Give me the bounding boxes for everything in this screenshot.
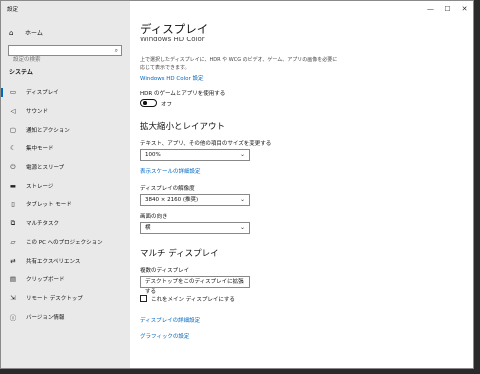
sidebar-item-display[interactable]: ▭ ディスプレイ — [1, 83, 130, 102]
sidebar-home[interactable]: ⌂ ホーム — [9, 28, 43, 38]
search-icon[interactable]: ⌕ — [115, 47, 118, 55]
sidebar-item-shared[interactable]: ⇄ 共有エクスペリエンス — [1, 251, 130, 270]
multi-display-heading: マルチ ディスプレイ — [140, 249, 219, 259]
sidebar-item-label: マルチタスク — [26, 221, 60, 228]
resolution-label: ディスプレイの解像度 — [140, 186, 195, 192]
page-title: ディスプレイ — [140, 22, 209, 36]
power-icon: ⏻ — [10, 162, 16, 171]
resolution-dropdown[interactable]: 3840 × 2160 (推奨) ⌄ — [140, 194, 250, 206]
scale-label: テキスト、アプリ、その他の項目のサイズを変更する — [140, 141, 272, 147]
tablet-icon: ▯ — [11, 200, 15, 209]
sidebar-item-tablet[interactable]: ▯ タブレット モード — [1, 195, 130, 214]
toggle-knob — [143, 101, 147, 105]
home-icon: ⌂ — [9, 28, 14, 37]
graphics-settings-link[interactable]: グラフィックの設定 — [140, 332, 189, 340]
resolution-value: 3840 × 2160 (推奨) — [145, 197, 199, 203]
advanced-display-link[interactable]: ディスプレイの詳細設定 — [140, 316, 200, 324]
sidebar-home-label: ホーム — [25, 30, 43, 37]
sidebar-item-label: 集中モード — [26, 146, 54, 153]
hd-color-description: 上で選択したディスプレイに、HDR や WCG のビデオ、ゲーム、アプリの画像を… — [140, 57, 338, 71]
orientation-value: 横 — [145, 225, 151, 231]
main-display-checkbox[interactable] — [140, 295, 147, 302]
chevron-down-icon: ⌄ — [239, 278, 245, 285]
orientation-label: 画面の向き — [140, 214, 168, 220]
hd-color-heading: Windows HD Color — [140, 37, 205, 43]
sidebar-nav: ▭ ディスプレイ ◁ サウンド ▢ 通知とアクション ☾ 集中モード ⏻ 電源と… — [1, 83, 130, 326]
moon-icon: ☾ — [10, 144, 16, 153]
sidebar-item-label: ディスプレイ — [26, 90, 59, 97]
maximize-button[interactable]: ☐ — [439, 1, 456, 17]
settings-window: 設定 ⌂ ホーム ⌕ システム ▭ ディスプレイ ◁ サウンド ▢ 通知とアクシ… — [0, 0, 474, 369]
sidebar-item-label: バージョン情報 — [26, 314, 65, 321]
chevron-down-icon: ⌄ — [239, 196, 245, 203]
sidebar-item-label: サウンド — [26, 109, 49, 116]
minimize-button[interactable]: — — [422, 1, 439, 17]
multi-display-label: 複数のディスプレイ — [140, 268, 190, 274]
sidebar-item-storage[interactable]: ▬ ストレージ — [1, 176, 130, 195]
remote-desktop-icon: ⇲ — [10, 293, 16, 302]
main-content: — ☐ ✕ ディスプレイ Windows HD Color 上で選択したディスプ… — [130, 1, 473, 368]
sidebar-item-power[interactable]: ⏻ 電源とスリープ — [1, 158, 130, 177]
window-controls: — ☐ ✕ — [422, 1, 473, 17]
sidebar-item-remote-desktop[interactable]: ⇲ リモート デスクトップ — [1, 289, 130, 308]
sidebar-item-clipboard[interactable]: ▤ クリップボード — [1, 270, 130, 289]
storage-icon: ▬ — [9, 181, 17, 190]
hdr-toggle-state: オフ — [161, 102, 173, 108]
window-title: 設定 — [7, 7, 19, 13]
advanced-scaling-link[interactable]: 表示スケールの詳細設定 — [140, 167, 201, 175]
sidebar-item-multitask[interactable]: ⧉ マルチタスク — [1, 214, 130, 233]
clipboard-icon: ▤ — [9, 275, 17, 284]
sidebar-item-label: リモート デスクトップ — [26, 295, 83, 302]
search-input[interactable] — [9, 55, 109, 65]
monitor-icon: ▭ — [9, 88, 17, 97]
orientation-dropdown[interactable]: 横 ⌄ — [140, 222, 250, 234]
scale-layout-heading: 拡大縮小とレイアウト — [140, 122, 226, 132]
sidebar-item-label: クリップボード — [26, 277, 65, 284]
sidebar-item-projection[interactable]: ▱ この PC へのプロジェクション — [1, 233, 130, 252]
chevron-down-icon: ⌄ — [239, 224, 245, 231]
scale-dropdown[interactable]: 100% ⌄ — [140, 149, 250, 161]
chevron-down-icon: ⌄ — [239, 151, 245, 158]
speaker-icon: ◁ — [10, 107, 16, 116]
search-box[interactable]: ⌕ — [8, 45, 122, 65]
multitask-icon: ⧉ — [10, 218, 16, 227]
multi-display-dropdown[interactable]: デスクトップをこのディスプレイに拡張する ⌄ — [140, 276, 250, 295]
scale-value: 100% — [145, 152, 161, 158]
info-icon: ⓘ — [9, 313, 17, 322]
sidebar-section-title: システム — [9, 69, 33, 76]
main-display-label[interactable]: これをメイン ディスプレイにする — [151, 295, 235, 303]
sidebar-item-label: 共有エクスペリエンス — [26, 258, 81, 265]
hdr-toggle[interactable] — [140, 99, 157, 107]
sidebar: 設定 ⌂ ホーム ⌕ システム ▭ ディスプレイ ◁ サウンド ▢ 通知とアクシ… — [1, 1, 130, 368]
multi-display-value: デスクトップをこのディスプレイに拡張する — [145, 279, 244, 295]
sidebar-item-label: この PC へのプロジェクション — [26, 239, 103, 246]
share-icon: ⇄ — [10, 256, 16, 265]
close-button[interactable]: ✕ — [456, 1, 473, 17]
hd-color-settings-link[interactable]: Windows HD Color 設定 — [140, 74, 204, 82]
notification-icon: ▢ — [9, 125, 17, 134]
sidebar-item-about[interactable]: ⓘ バージョン情報 — [1, 307, 130, 326]
sidebar-item-label: 通知とアクション — [26, 127, 70, 134]
sidebar-item-label: ストレージ — [26, 183, 54, 190]
sidebar-item-sound[interactable]: ◁ サウンド — [1, 102, 130, 121]
sidebar-item-focus[interactable]: ☾ 集中モード — [1, 139, 130, 158]
sidebar-item-label: タブレット モード — [26, 202, 72, 209]
hdr-label: HDR のゲームとアプリを使用する — [140, 91, 226, 97]
projection-icon: ▱ — [10, 237, 16, 246]
sidebar-item-label: 電源とスリープ — [26, 165, 65, 172]
sidebar-item-notifications[interactable]: ▢ 通知とアクション — [1, 120, 130, 139]
